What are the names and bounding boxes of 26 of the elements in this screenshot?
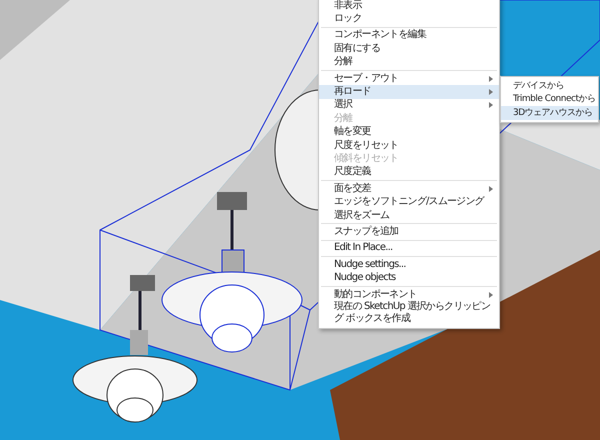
menu-item[interactable]: 面を交差 [319, 182, 499, 196]
menu-item[interactable]: 選択をズーム [319, 208, 499, 222]
menu-item[interactable]: デバイスから [501, 79, 598, 92]
menu-item[interactable]: 現在の SketchUp 選択からクリッピング ボックスを作成 [319, 301, 499, 326]
menu-item[interactable]: Nudge objects [319, 271, 499, 285]
menu-item[interactable]: 動的コンポーネント [319, 288, 499, 302]
menu-item[interactable]: Trimble Connectから [501, 92, 598, 106]
menu-item[interactable]: 固有にする [319, 42, 499, 56]
menu-item[interactable]: 再ロード [319, 85, 499, 99]
menu-item[interactable]: Nudge settings... [319, 258, 499, 272]
menu-item[interactable]: スナップを追加 [319, 225, 499, 239]
menu-item[interactable]: コンポーネントを編集 [319, 28, 499, 42]
menu-item[interactable]: 尺度定義 [319, 166, 499, 180]
menu-item[interactable]: 尺度をリセット [319, 138, 499, 152]
menu-item[interactable]: 分解 [319, 56, 499, 69]
menu-item[interactable]: 軸を変更 [319, 126, 499, 139]
menu-item[interactable]: Edit In Place... [319, 242, 499, 256]
menu-item[interactable]: 3Dウェアハウスから [501, 106, 598, 120]
wall-face [0, 0, 70, 60]
menu-item[interactable]: セーブ・アウト [319, 72, 499, 86]
submenu-arrow-icon [489, 186, 493, 192]
menu-item[interactable]: エッジをソフトニング/スムージング [319, 195, 499, 209]
menu-item[interactable]: ロック [319, 12, 499, 26]
menu-item[interactable]: 選択 [319, 98, 499, 112]
submenu-arrow-icon [489, 76, 493, 82]
submenu-arrow-icon [489, 292, 493, 298]
